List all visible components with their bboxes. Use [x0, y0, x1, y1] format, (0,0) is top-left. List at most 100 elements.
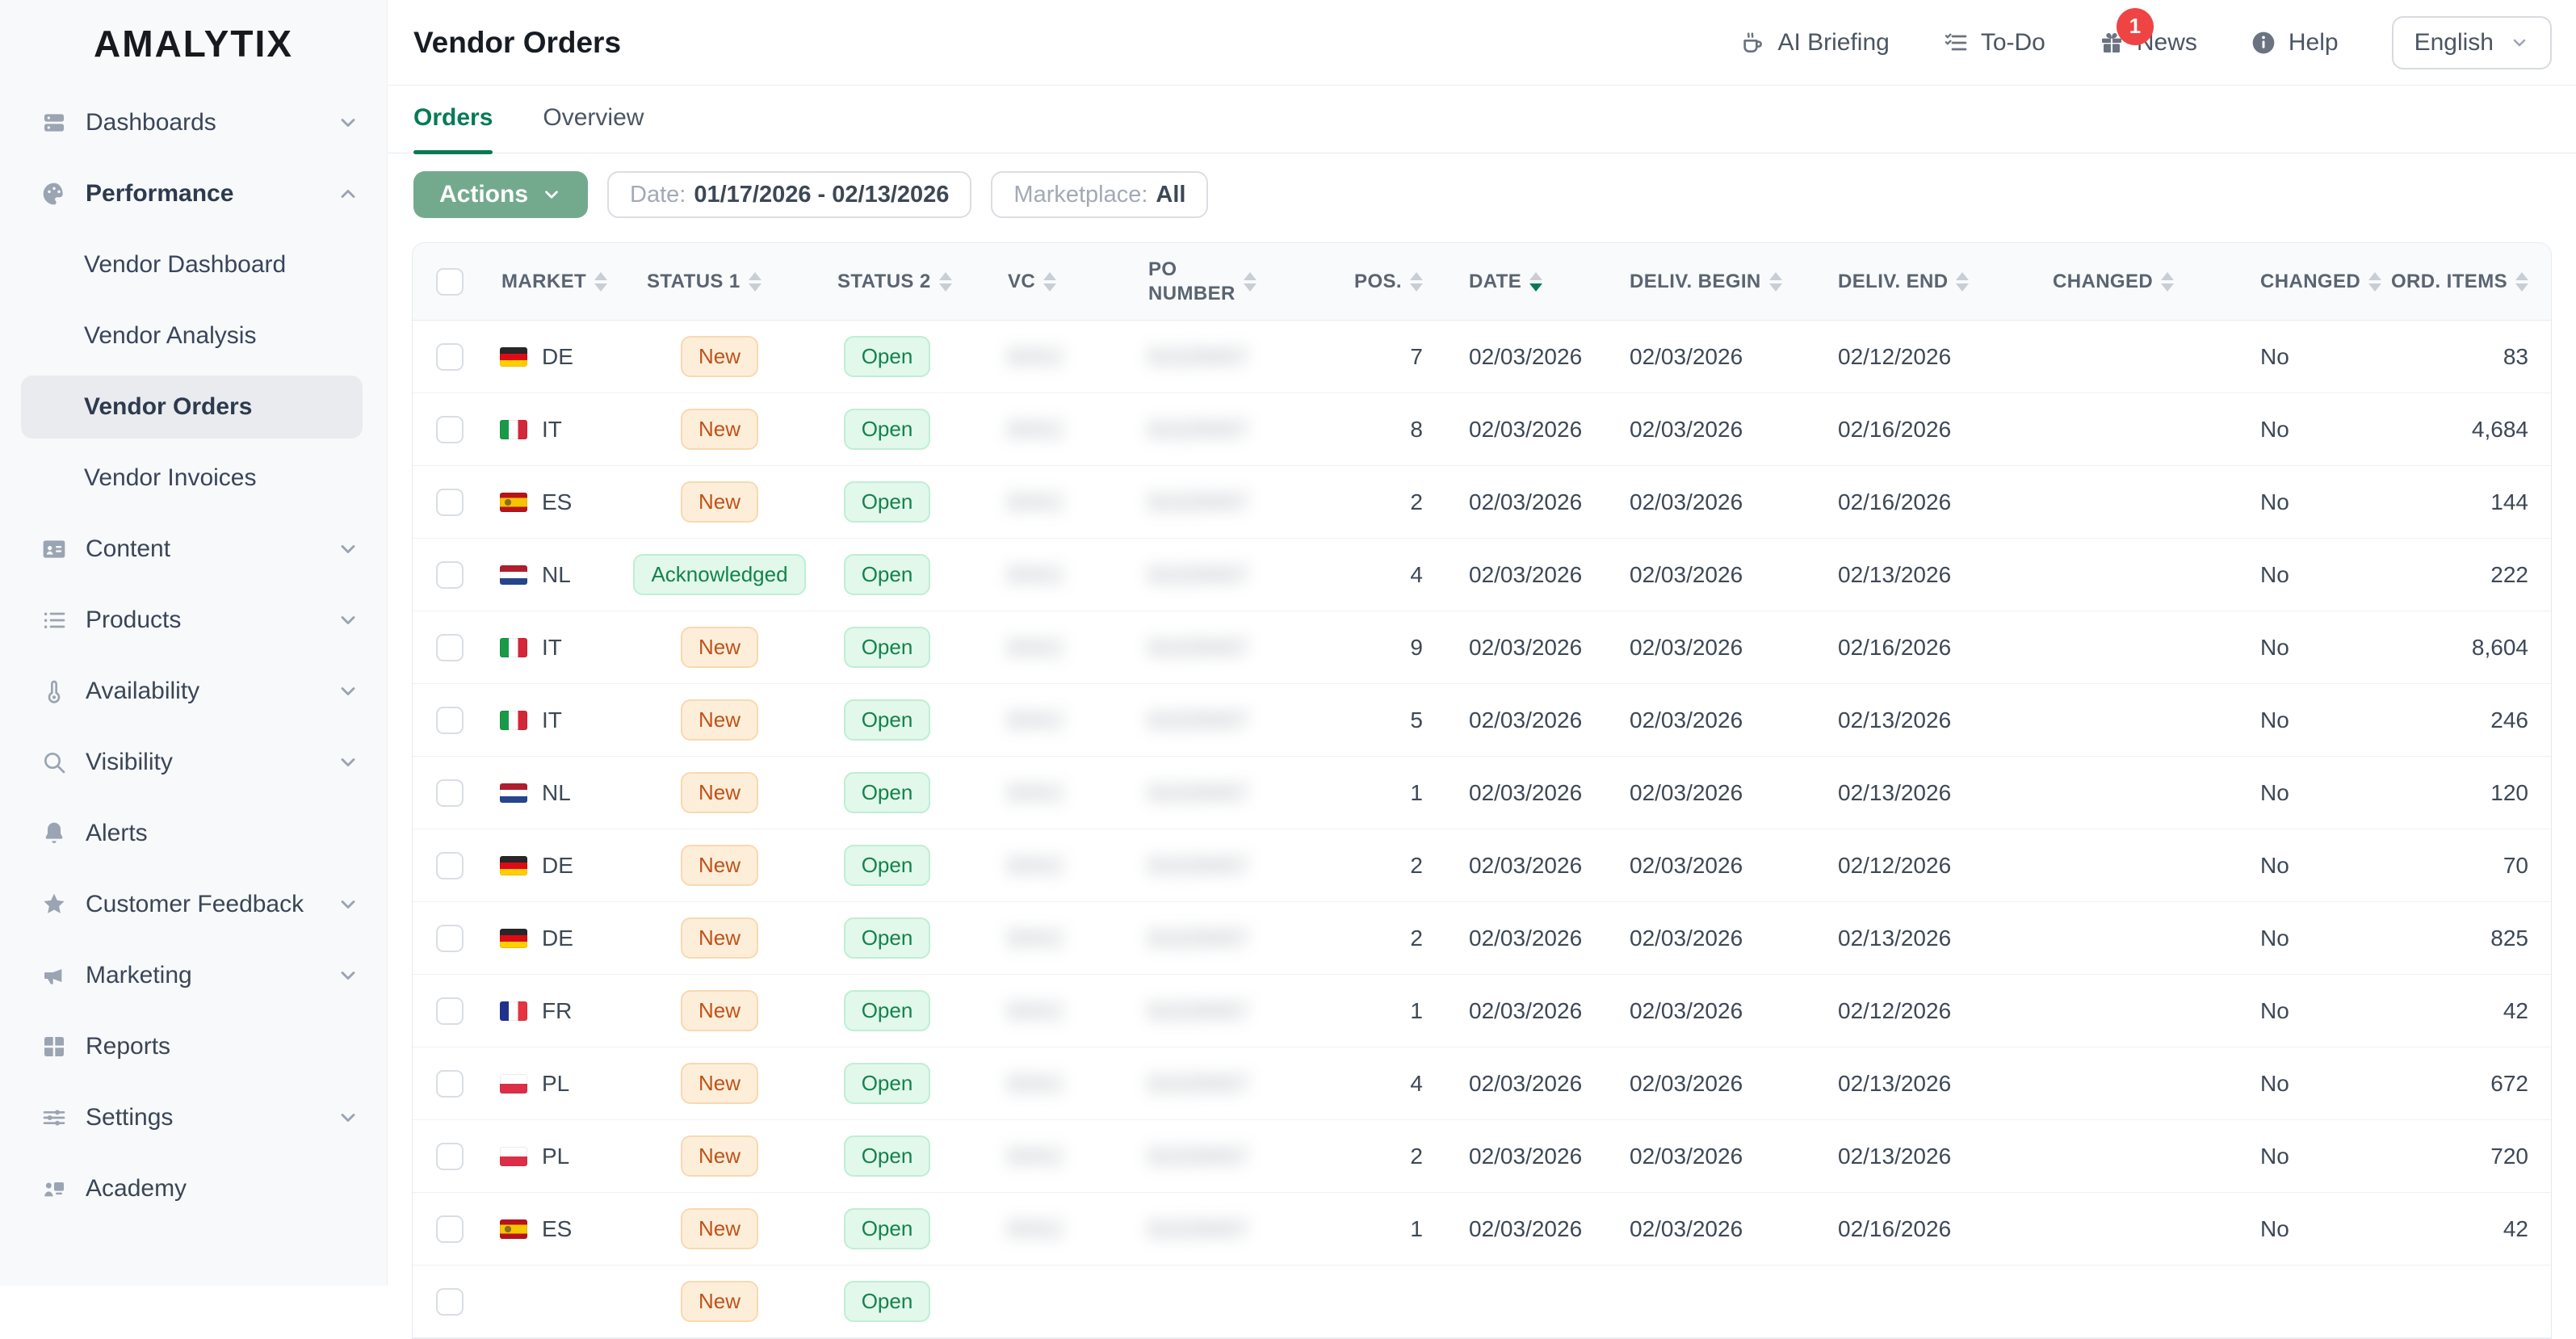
row-checkbox[interactable]: [436, 779, 464, 807]
deliv-begin-cell: 02/03/2026: [1608, 562, 1818, 588]
column-header-pos-[interactable]: POS.: [1333, 270, 1434, 294]
topbar-menu-to-do[interactable]: To-Do: [1943, 29, 2045, 57]
sidebar-item-content[interactable]: Content: [0, 514, 387, 585]
sidebar-item-customer-feedback[interactable]: Customer Feedback: [0, 869, 387, 940]
row-checkbox-cell: [413, 1143, 471, 1170]
status1-cell: New: [639, 336, 800, 377]
column-header-date[interactable]: DATE: [1434, 270, 1608, 294]
column-header-ord-items[interactable]: ORD. ITEMS: [2383, 270, 2551, 294]
sort-icon: [1529, 272, 1542, 292]
market-cell: DE: [471, 853, 639, 879]
changed2-cell: No: [2238, 998, 2383, 1024]
table-row[interactable]: FRNewOpen8XK281029457102/03/202602/03/20…: [413, 975, 2551, 1047]
products-icon: [40, 607, 68, 634]
sidebar-item-vendor-invoices[interactable]: Vendor Invoices: [0, 443, 387, 514]
market-cell: IT: [471, 417, 639, 443]
table-row[interactable]: DENewOpen8XK281029457202/03/202602/03/20…: [413, 902, 2551, 975]
row-checkbox[interactable]: [436, 852, 464, 879]
sidebar-item-academy[interactable]: Academy: [0, 1153, 387, 1224]
market-code: DE: [542, 344, 573, 370]
row-checkbox[interactable]: [436, 1143, 464, 1170]
table-row[interactable]: NLAcknowledgedOpen8XK281029457402/03/202…: [413, 539, 2551, 611]
sidebar-item-availability[interactable]: Availability: [0, 656, 387, 727]
sidebar-item-settings[interactable]: Settings: [0, 1082, 387, 1153]
column-header-status-1[interactable]: STATUS 1: [639, 270, 800, 294]
row-checkbox[interactable]: [436, 561, 464, 589]
column-header-deliv-end[interactable]: DELIV. END: [1818, 270, 2032, 294]
po-number-value-blurred: 81029457: [1148, 926, 1249, 951]
tab-orders[interactable]: Orders: [413, 104, 493, 153]
column-header-changed[interactable]: CHANGED: [2032, 270, 2238, 294]
row-checkbox[interactable]: [436, 1288, 464, 1316]
date-cell: 02/03/2026: [1434, 344, 1608, 370]
row-checkbox-cell: [413, 925, 471, 952]
table-row[interactable]: ITNewOpen8XK281029457902/03/202602/03/20…: [413, 611, 2551, 684]
status2-badge: Open: [844, 1135, 931, 1177]
vc-cell: 8XK2: [974, 1071, 1127, 1097]
sidebar-item-dashboards[interactable]: Dashboards: [0, 87, 387, 158]
sidebar-item-visibility[interactable]: Visibility: [0, 727, 387, 798]
column-header-changed[interactable]: CHANGED: [2238, 270, 2383, 294]
actions-button[interactable]: Actions: [413, 171, 588, 218]
deliv-begin-cell: 02/03/2026: [1608, 635, 1818, 661]
table-row[interactable]: PLNewOpen8XK281029457202/03/202602/03/20…: [413, 1120, 2551, 1193]
select-all-checkbox[interactable]: [436, 268, 464, 296]
sidebar-item-performance[interactable]: Performance: [0, 158, 387, 229]
table-row[interactable]: ITNewOpen8XK281029457502/03/202602/03/20…: [413, 684, 2551, 757]
market-cell: NL: [471, 780, 639, 806]
table-row[interactable]: NewOpen: [413, 1266, 2551, 1338]
topbar-menu-news[interactable]: 1News: [2099, 29, 2197, 57]
chevron-down-icon: [2510, 33, 2529, 52]
sidebar-item-vendor-orders[interactable]: Vendor Orders: [21, 376, 363, 439]
row-checkbox[interactable]: [436, 343, 464, 371]
row-checkbox[interactable]: [436, 925, 464, 952]
column-header-label: DATE: [1469, 270, 1521, 294]
vc-value-blurred: 8XK2: [1008, 780, 1064, 806]
market-code: ES: [542, 1216, 572, 1242]
sidebar-item-label: Settings: [86, 1104, 173, 1131]
column-header-po-number[interactable]: PONUMBER: [1127, 258, 1333, 306]
table-row[interactable]: PLNewOpen8XK281029457402/03/202602/03/20…: [413, 1047, 2551, 1120]
row-checkbox[interactable]: [436, 634, 464, 661]
deliv-end-cell: 02/12/2026: [1818, 998, 2032, 1024]
table-row[interactable]: DENewOpen8XK281029457202/03/202602/03/20…: [413, 829, 2551, 902]
sidebar-item-marketing[interactable]: Marketing: [0, 940, 387, 1011]
row-checkbox[interactable]: [436, 489, 464, 516]
table-row[interactable]: ITNewOpen8XK281029457802/03/202602/03/20…: [413, 393, 2551, 466]
row-checkbox-cell: [413, 634, 471, 661]
sidebar-item-products[interactable]: Products: [0, 585, 387, 656]
row-checkbox[interactable]: [436, 707, 464, 734]
column-header-vc[interactable]: VC: [974, 270, 1127, 294]
date-filter[interactable]: Date: 01/17/2026 - 02/13/2026: [607, 171, 971, 218]
table-row[interactable]: DENewOpen8XK281029457702/03/202602/03/20…: [413, 321, 2551, 393]
topbar-menu-help[interactable]: Help: [2251, 29, 2339, 57]
status2-cell: Open: [800, 1135, 974, 1177]
po-number-cell: 81029457: [1127, 1071, 1333, 1097]
date-filter-label: Date:: [630, 182, 686, 208]
language-select[interactable]: English: [2392, 16, 2552, 69]
po-number-cell: 81029457: [1127, 707, 1333, 733]
deliv-end-cell: 02/16/2026: [1818, 635, 2032, 661]
row-checkbox-cell: [413, 1215, 471, 1243]
sidebar-item-vendor-dashboard[interactable]: Vendor Dashboard: [0, 229, 387, 300]
status2-badge: Open: [844, 845, 931, 886]
table-row[interactable]: NLNewOpen8XK281029457102/03/202602/03/20…: [413, 757, 2551, 829]
sidebar-item-alerts[interactable]: Alerts: [0, 798, 387, 869]
row-checkbox[interactable]: [436, 997, 464, 1025]
row-checkbox[interactable]: [436, 1215, 464, 1243]
row-checkbox[interactable]: [436, 1070, 464, 1098]
marketplace-filter[interactable]: Marketplace: All: [991, 171, 1208, 218]
market-cell: PL: [471, 1144, 639, 1169]
table-row[interactable]: ESNewOpen8XK281029457202/03/202602/03/20…: [413, 466, 2551, 539]
topbar-menu-ai-briefing[interactable]: AI Briefing: [1739, 29, 1889, 57]
column-header-status-2[interactable]: STATUS 2: [800, 270, 974, 294]
table-row[interactable]: ESNewOpen8XK281029457102/03/202602/03/20…: [413, 1193, 2551, 1266]
column-header-market[interactable]: MARKET: [471, 270, 639, 294]
row-checkbox[interactable]: [436, 416, 464, 443]
sidebar-item-vendor-analysis[interactable]: Vendor Analysis: [0, 300, 387, 371]
column-header-deliv-begin[interactable]: DELIV. BEGIN: [1608, 270, 1818, 294]
tab-overview[interactable]: Overview: [543, 104, 644, 153]
deliv-begin-cell: 02/03/2026: [1608, 707, 1818, 733]
sidebar-item-reports[interactable]: Reports: [0, 1011, 387, 1082]
date-cell: 02/03/2026: [1434, 562, 1608, 588]
